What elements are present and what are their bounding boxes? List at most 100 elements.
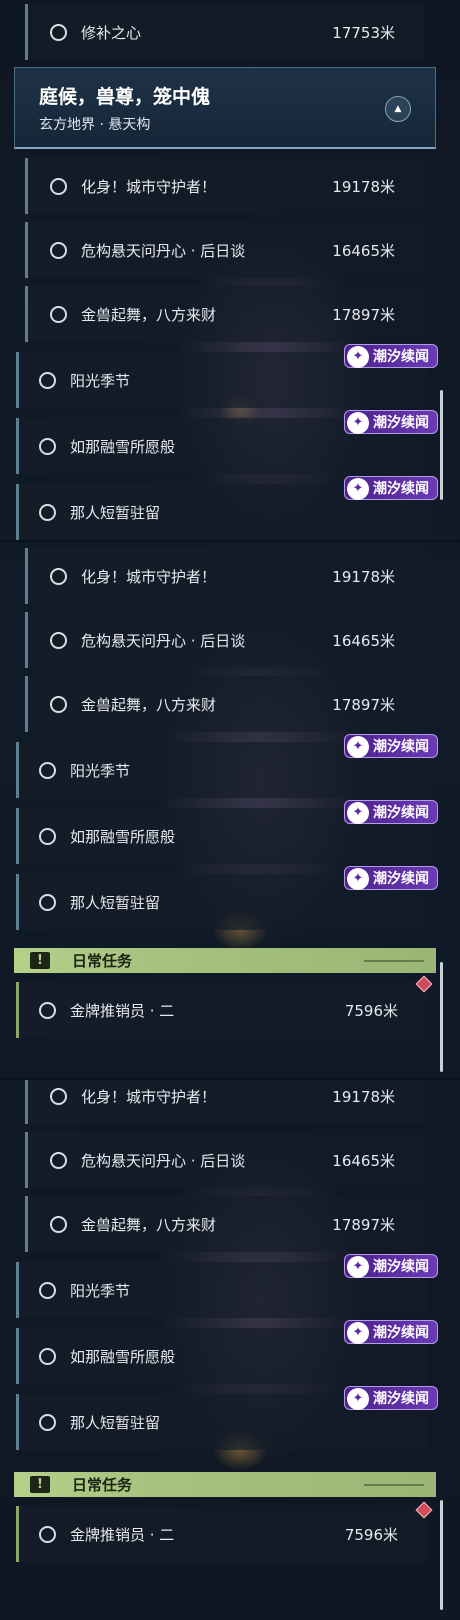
quest-group-location: 玄方地界 · 悬天构 [39, 117, 151, 133]
chevron-up-icon[interactable]: ▲ [385, 96, 411, 122]
quest-name: 金兽起舞，八方来财 [81, 305, 217, 324]
quest-status-circle-icon [50, 177, 67, 195]
badge-label: 潮汐续闻 [373, 805, 429, 821]
scrollbar[interactable] [440, 962, 443, 1072]
quest-item[interactable]: 化身！城市守护者！ 19178米 [25, 158, 425, 214]
quest-name: 如那融雪所愿般 [70, 1347, 176, 1366]
quest-distance: 19178米 [332, 1087, 395, 1106]
badge-label: 潮汐续闻 [373, 481, 429, 497]
quest-distance: 17897米 [332, 305, 395, 324]
tide-story-icon: ✦ [347, 1322, 369, 1344]
quest-distance: 16465米 [332, 631, 395, 650]
tide-story-icon: ✦ [347, 1388, 369, 1410]
quest-status-circle-icon [39, 1347, 56, 1365]
tide-story-icon: ✦ [347, 868, 369, 890]
alert-icon: ! [30, 1476, 50, 1493]
quest-item[interactable]: 危构悬天问丹心 · 后日谈 16465米 [25, 1132, 425, 1188]
quest-item[interactable]: 化身！城市守护者！ 19178米 [25, 1080, 425, 1124]
badge-label: 潮汐续闻 [373, 415, 429, 431]
quest-name: 危构悬天问丹心 · 后日谈 [81, 631, 246, 650]
quest-name: 金牌推销员 · 二 [70, 1525, 175, 1544]
tide-story-badge: ✦ 潮汐续闻 [344, 1254, 438, 1278]
tide-story-icon: ✦ [347, 736, 369, 758]
quest-name: 化身！城市守护者！ [81, 177, 217, 196]
daily-quest-item[interactable]: 金牌推销员 · 二 7596米 [16, 1506, 428, 1562]
scrollbar[interactable] [440, 390, 443, 500]
quest-status-circle-icon [39, 437, 56, 455]
quest-status-circle-icon [50, 1215, 67, 1233]
quest-name: 那人短暂驻留 [70, 1413, 161, 1432]
quest-distance: 7596米 [344, 1525, 398, 1544]
quest-distance: 16465米 [332, 1151, 395, 1170]
quest-name: 如那融雪所愿般 [70, 827, 176, 846]
quest-status-circle-icon [39, 1413, 56, 1431]
quest-status-circle-icon [50, 1087, 67, 1105]
quest-name: 化身！城市守护者！ [81, 567, 217, 586]
tide-story-badge: ✦ 潮汐续闻 [344, 476, 438, 500]
quest-item[interactable]: 危构悬天问丹心 · 后日谈 16465米 [25, 222, 425, 278]
quest-panel-3: 化身！城市守护者！ 19178米 危构悬天问丹心 · 后日谈 16465米 金兽… [0, 1080, 460, 1620]
tide-story-badge: ✦ 潮汐续闻 [344, 866, 438, 890]
quest-panel-2: 化身！城市守护者！ 19178米 危构悬天问丹心 · 后日谈 16465米 金兽… [0, 542, 460, 1078]
quest-name: 金兽起舞，八方来财 [81, 1215, 217, 1234]
quest-name: 金牌推销员 · 二 [70, 1001, 175, 1020]
quest-name: 阳光季节 [70, 371, 131, 390]
quest-status-circle-icon [50, 631, 67, 649]
quest-panel-1: 修补之心 17753米 庭候，兽尊，笼中傀 玄方地界 · 悬天构 ▲ 化身！城市… [0, 0, 460, 540]
header-decoration [364, 959, 424, 962]
badge-label: 潮汐续闻 [373, 1325, 429, 1341]
tide-story-icon: ✦ [347, 802, 369, 824]
quest-status-circle-icon [50, 305, 67, 323]
daily-quest-item[interactable]: 金牌推销员 · 二 7596米 [16, 982, 428, 1038]
quest-status-circle-icon [39, 893, 56, 911]
quest-status-circle-icon [39, 371, 56, 389]
daily-quests-title: 日常任务 [72, 1476, 133, 1494]
quest-status-circle-icon [39, 1281, 56, 1299]
quest-status-circle-icon [50, 23, 67, 41]
badge-label: 潮汐续闻 [373, 739, 429, 755]
daily-quests-title: 日常任务 [72, 952, 133, 970]
quest-name: 那人短暂驻留 [70, 893, 161, 912]
quest-distance: 19178米 [332, 567, 395, 586]
quest-distance: 19178米 [332, 177, 395, 196]
quest-item[interactable]: 金兽起舞，八方来财 17897米 [25, 286, 425, 342]
daily-quests-header[interactable]: ! 日常任务 [14, 948, 436, 973]
tide-story-badge: ✦ 潮汐续闻 [344, 800, 438, 824]
quest-distance: 17753米 [332, 23, 395, 42]
quest-name: 化身！城市守护者！ [81, 1087, 217, 1106]
badge-label: 潮汐续闻 [373, 1259, 429, 1275]
quest-name: 如那融雪所愿般 [70, 437, 176, 456]
quest-name: 那人短暂驻留 [70, 503, 161, 522]
header-decoration [364, 1483, 424, 1486]
tide-story-icon: ✦ [347, 1256, 369, 1278]
quest-status-circle-icon [39, 1525, 56, 1543]
quest-name: 阳光季节 [70, 1281, 131, 1300]
quest-item[interactable]: 金兽起舞，八方来财 17897米 [25, 1196, 425, 1252]
quest-item[interactable]: 化身！城市守护者！ 19178米 [25, 548, 425, 604]
quest-item[interactable]: 危构悬天问丹心 · 后日谈 16465米 [25, 612, 425, 668]
quest-status-circle-icon [39, 1001, 56, 1019]
daily-quests-header[interactable]: ! 日常任务 [14, 1472, 436, 1497]
quest-group-header[interactable]: 庭候，兽尊，笼中傀 玄方地界 · 悬天构 ▲ [14, 67, 436, 149]
badge-label: 潮汐续闻 [373, 1391, 429, 1407]
quest-name: 危构悬天问丹心 · 后日谈 [81, 241, 246, 260]
quest-status-circle-icon [39, 761, 56, 779]
badge-label: 潮汐续闻 [373, 871, 429, 887]
tide-story-badge: ✦ 潮汐续闻 [344, 1320, 438, 1344]
scrollbar[interactable] [440, 1500, 443, 1610]
tide-story-badge: ✦ 潮汐续闻 [344, 734, 438, 758]
tide-story-icon: ✦ [347, 478, 369, 500]
quest-distance: 7596米 [344, 1001, 398, 1020]
quest-distance: 17897米 [332, 695, 395, 714]
quest-status-circle-icon [50, 241, 67, 259]
tide-story-icon: ✦ [347, 346, 369, 368]
quest-status-circle-icon [50, 567, 67, 585]
quest-item[interactable]: 修补之心 17753米 [25, 4, 425, 60]
quest-status-circle-icon [39, 503, 56, 521]
quest-item[interactable]: 金兽起舞，八方来财 17897米 [25, 676, 425, 732]
tide-story-badge: ✦ 潮汐续闻 [344, 410, 438, 434]
quest-name: 危构悬天问丹心 · 后日谈 [81, 1151, 246, 1170]
tide-story-badge: ✦ 潮汐续闻 [344, 1386, 438, 1410]
alert-icon: ! [30, 952, 50, 969]
quest-group-title: 庭候，兽尊，笼中傀 [39, 86, 211, 108]
